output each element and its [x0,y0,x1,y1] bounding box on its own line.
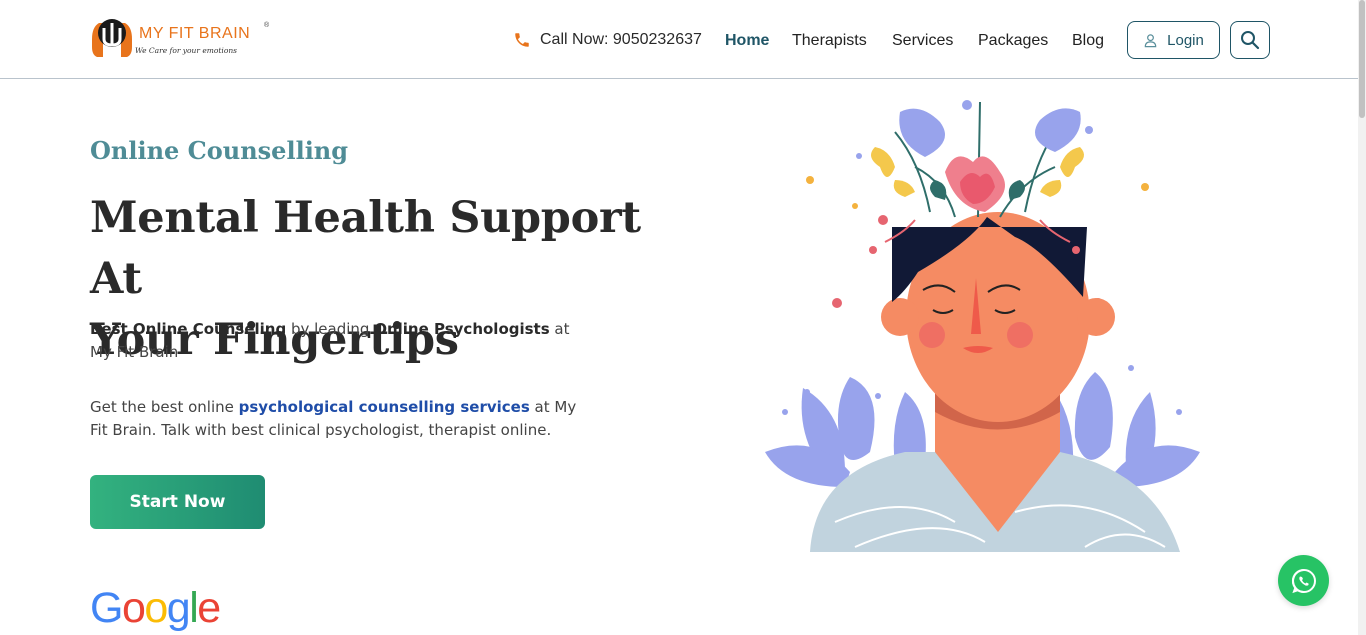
intro-bold-1: Best Online Counseling [90,320,287,338]
counselling-services-link[interactable]: psychological counselling services [239,398,530,416]
nav-packages[interactable]: Packages [978,32,1048,50]
phone-icon [515,33,529,47]
nav-therapists[interactable]: Therapists [792,32,867,50]
login-label: Login [1167,31,1204,49]
google-logo: Google [90,584,221,632]
call-now-link[interactable]: Call Now: 9050232637 [513,31,702,49]
nav-blog[interactable]: Blog [1072,32,1104,50]
intro-text-1: by leading [286,320,375,338]
hero-eyebrow: Online Counselling [90,136,349,165]
hero-description: Get the best online psychological counse… [90,396,590,442]
whatsapp-button[interactable] [1278,555,1329,606]
logo-name: MY FIT BRAIN [139,25,251,42]
search-button[interactable] [1230,21,1270,59]
intro-bold-2: Online Psychologists [374,320,550,338]
brain-logo-icon [92,19,132,57]
nav-home[interactable]: Home [725,32,769,50]
logo[interactable]: MY FIT BRAIN ® We Care for your emotions [90,17,280,61]
nav-services[interactable]: Services [892,32,953,50]
logo-tagline: We Care for your emotions [135,46,238,55]
desc-text-1: Get the best online [90,398,239,416]
search-icon [1241,31,1260,50]
start-now-button[interactable]: Start Now [90,475,265,529]
registered-mark: ® [264,22,270,29]
head [881,212,1115,422]
site-header: MY FIT BRAIN ® We Care for your emotions… [0,0,1358,79]
login-button[interactable]: Login [1127,21,1220,59]
scrollbar-thumb[interactable] [1359,0,1365,118]
page-scrollbar[interactable] [1358,0,1366,635]
headline-line-1: Mental Health Support At [90,193,641,304]
svg-text:Google: Google [90,584,220,632]
call-now-label: Call Now: 9050232637 [540,31,702,48]
whatsapp-icon [1291,568,1316,593]
mental-health-illustration [765,100,1200,552]
hero-intro: Best Online Counseling by leading Online… [90,318,590,364]
user-icon [1144,33,1157,47]
